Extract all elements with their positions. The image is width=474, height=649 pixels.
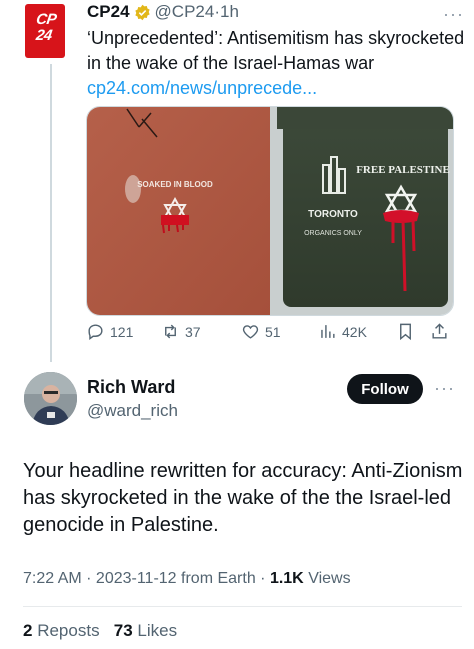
divider	[23, 606, 462, 607]
tweet-media-image[interactable]: SOAKED IN BLOOD TORONTO ORGANICS ONLY FR…	[86, 106, 454, 316]
views-chart-icon	[321, 325, 335, 338]
repost-button[interactable]: 37	[161, 322, 201, 341]
heart-icon	[242, 325, 259, 339]
reposts-label: Reposts	[37, 621, 100, 640]
tweet-meta: 7:22 AM · 2023-11-12 from Earth · 1.1K V…	[23, 570, 351, 587]
author-name[interactable]: Rich Ward	[87, 377, 175, 398]
cp24-logo-avatar[interactable]: CP 24	[25, 4, 65, 58]
avatar-photo	[24, 372, 77, 425]
reply-icon	[88, 324, 103, 341]
likes-count: 73	[113, 621, 133, 640]
repost-count: 37	[185, 323, 201, 340]
likes-label: Likes	[137, 621, 178, 640]
likes-link[interactable]: 73 Likes	[114, 621, 177, 640]
follow-button[interactable]: Follow	[347, 374, 423, 404]
share-button[interactable]	[430, 322, 449, 341]
bookmark-button[interactable]	[396, 322, 415, 341]
tweet-time[interactable]: 7:22 AM	[23, 570, 82, 587]
tweet-actions: 121 37 51 42K	[86, 322, 456, 344]
author-handle[interactable]: @ward_rich	[87, 401, 178, 421]
tweet-text: Your headline rewritten for accuracy: An…	[23, 460, 463, 536]
reply-button[interactable]: 121	[86, 322, 133, 341]
media-illustration: SOAKED IN BLOOD TORONTO ORGANICS ONLY FR…	[87, 107, 453, 315]
reply-count: 121	[110, 323, 134, 340]
like-button[interactable]: 51	[241, 322, 281, 341]
avatar[interactable]	[24, 372, 77, 425]
article-link[interactable]: cp24.com/news/unprecede...	[87, 78, 317, 98]
quoted-tweet[interactable]: CP24 @CP24 · 1h ‘Unprecedented’: Antisem…	[87, 0, 467, 101]
author-name[interactable]: CP24	[87, 2, 130, 22]
more-options-icon[interactable]: ···	[443, 4, 464, 25]
reposts-count: 2	[23, 621, 33, 640]
engagement-stats: 2 Reposts 73 Likes	[23, 621, 177, 641]
reposts-link[interactable]: 2 Reposts	[23, 621, 100, 640]
author-handle[interactable]: @CP24	[155, 2, 215, 22]
tweet-time[interactable]: 1h	[220, 2, 239, 22]
bin-logo-text: TORONTO	[308, 209, 358, 220]
bookmark-icon	[400, 323, 411, 341]
more-options-icon[interactable]: ···	[434, 378, 455, 399]
views-count: 42K	[342, 323, 367, 340]
tweet-source: from Earth	[181, 570, 256, 587]
tweet-header: CP24 @CP24 · 1h	[87, 0, 467, 24]
views-count: 1.1K	[269, 570, 304, 587]
cp24-logo-text: CP 24	[34, 11, 58, 44]
tweet-date[interactable]: 2023-11-12	[96, 570, 177, 587]
repost-icon	[165, 324, 176, 339]
like-count: 51	[265, 323, 281, 340]
views-label: Views	[308, 570, 351, 587]
verified-badge-icon	[134, 4, 151, 21]
share-icon	[432, 323, 447, 339]
views-button[interactable]: 42K	[318, 322, 367, 341]
graffiti-text-right: FREE PALESTINE	[356, 164, 450, 176]
tweet-text: ‘Unprecedented’: Antisemitism has skyroc…	[87, 28, 465, 98]
bin-organics-text: ORGANICS ONLY	[304, 230, 362, 237]
graffiti-text-left: SOAKED IN BLOOD	[137, 180, 213, 189]
thread-connector-line	[50, 64, 52, 362]
